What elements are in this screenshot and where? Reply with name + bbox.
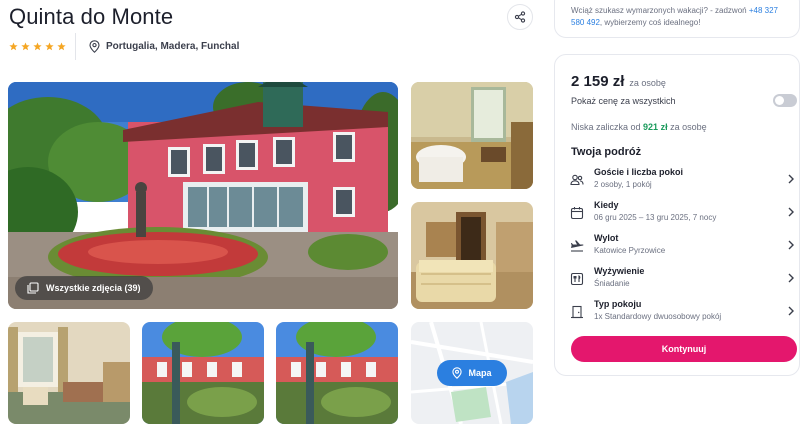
star-icon — [45, 42, 54, 51]
calendar-icon — [570, 207, 584, 220]
hotel-photo-room[interactable] — [8, 322, 130, 424]
all-photos-button[interactable]: Wszystkie zdjęcia (39) — [15, 276, 153, 300]
trip-row-value: 06 gru 2025 – 13 gru 2025, 7 nocy — [594, 213, 717, 222]
gallery-icon — [27, 282, 39, 294]
all-photos-label: Wszystkie zdjęcia (39) — [46, 283, 141, 293]
trip-section-title: Twoja podróż — [571, 146, 642, 158]
meal-icon — [570, 272, 584, 286]
hotel-offer-page: Quinta do Monte Portugalia, Madera, Func… — [0, 0, 800, 429]
contact-text-before: Wciąż szukasz wymarzonych wakacji? - zad… — [571, 6, 747, 15]
trip-row-dates[interactable]: Kiedy 06 gru 2025 – 13 gru 2025, 7 nocy — [567, 200, 797, 230]
trip-row-value: Śniadanie — [594, 279, 630, 288]
chevron-right-icon — [788, 273, 794, 283]
price-value: 2 159 zł — [571, 73, 625, 90]
trip-row-guests[interactable]: Goście i liczba pokoi 2 osoby, 1 pokój — [567, 167, 797, 197]
hotel-photo-lounge[interactable] — [411, 202, 533, 309]
header-divider — [75, 33, 76, 60]
plane-icon — [571, 240, 584, 252]
trip-row-label: Kiedy — [594, 200, 619, 210]
booking-panel: 2 159 zł za osobę Pokaż cenę za wszystki… — [554, 54, 800, 376]
hotel-photo-courtyard[interactable] — [142, 322, 264, 424]
map-button[interactable]: Mapa — [437, 360, 507, 386]
continue-button[interactable]: Kontynuuj — [571, 336, 797, 362]
trip-row-label: Wylot — [594, 233, 619, 243]
trip-row-label: Goście i liczba pokoi — [594, 167, 684, 177]
deposit-suffix: za osobę — [670, 122, 707, 132]
contact-text-after: , wybierzemy coś idealnego! — [599, 18, 701, 27]
chevron-right-icon — [788, 174, 794, 184]
star-icon — [21, 42, 30, 51]
price-for-all-label: Pokaż cenę za wszystkich — [571, 96, 676, 106]
contact-info-card: Wciąż szukasz wymarzonych wakacji? - zad… — [554, 0, 800, 38]
trip-row-label: Typ pokoju — [594, 299, 642, 309]
price-row: 2 159 zł za osobę — [571, 73, 666, 90]
hotel-photo-courtyard-2[interactable] — [276, 322, 398, 424]
trip-row-value: 1x Standardowy dwuosobowy pokój — [594, 312, 722, 321]
trip-row-departure[interactable]: Wylot Katowice Pyrzowice — [567, 233, 797, 263]
price-for-all-toggle[interactable] — [773, 94, 797, 107]
trip-row-value: Katowice Pyrzowice — [594, 246, 666, 255]
star-icon — [57, 42, 66, 51]
hotel-photo-restaurant[interactable] — [411, 82, 533, 189]
trip-row-label: Wyżywienie — [594, 266, 645, 276]
hotel-location[interactable]: Portugalia, Madera, Funchal — [89, 40, 239, 53]
location-pin-icon — [89, 40, 100, 53]
price-per-person: za osobę — [629, 78, 666, 88]
hotel-name: Quinta do Monte — [9, 4, 174, 29]
trip-row-room-type[interactable]: Typ pokoju 1x Standardowy dwuosobowy pok… — [567, 299, 797, 329]
star-icon — [9, 42, 18, 51]
chevron-right-icon — [788, 240, 794, 250]
star-icon — [33, 42, 42, 51]
guests-icon — [570, 174, 584, 186]
hotel-location-text: Portugalia, Madera, Funchal — [106, 41, 240, 52]
location-pin-icon — [452, 367, 463, 379]
trip-row-meals[interactable]: Wyżywienie Śniadanie — [567, 266, 797, 296]
chevron-right-icon — [788, 306, 794, 316]
share-icon — [514, 11, 526, 23]
room-icon — [571, 305, 583, 319]
trip-row-value: 2 osoby, 1 pokój — [594, 180, 652, 189]
deposit-amount: 921 zł — [643, 122, 668, 132]
star-rating — [9, 42, 66, 51]
map-button-label: Mapa — [468, 368, 492, 378]
deposit-info: Niska zaliczka od 921 zł za osobę — [571, 122, 707, 132]
chevron-right-icon — [788, 207, 794, 217]
main-hotel-photo[interactable] — [8, 82, 398, 309]
share-button[interactable] — [507, 4, 533, 30]
deposit-prefix: Niska zaliczka od — [571, 122, 641, 132]
